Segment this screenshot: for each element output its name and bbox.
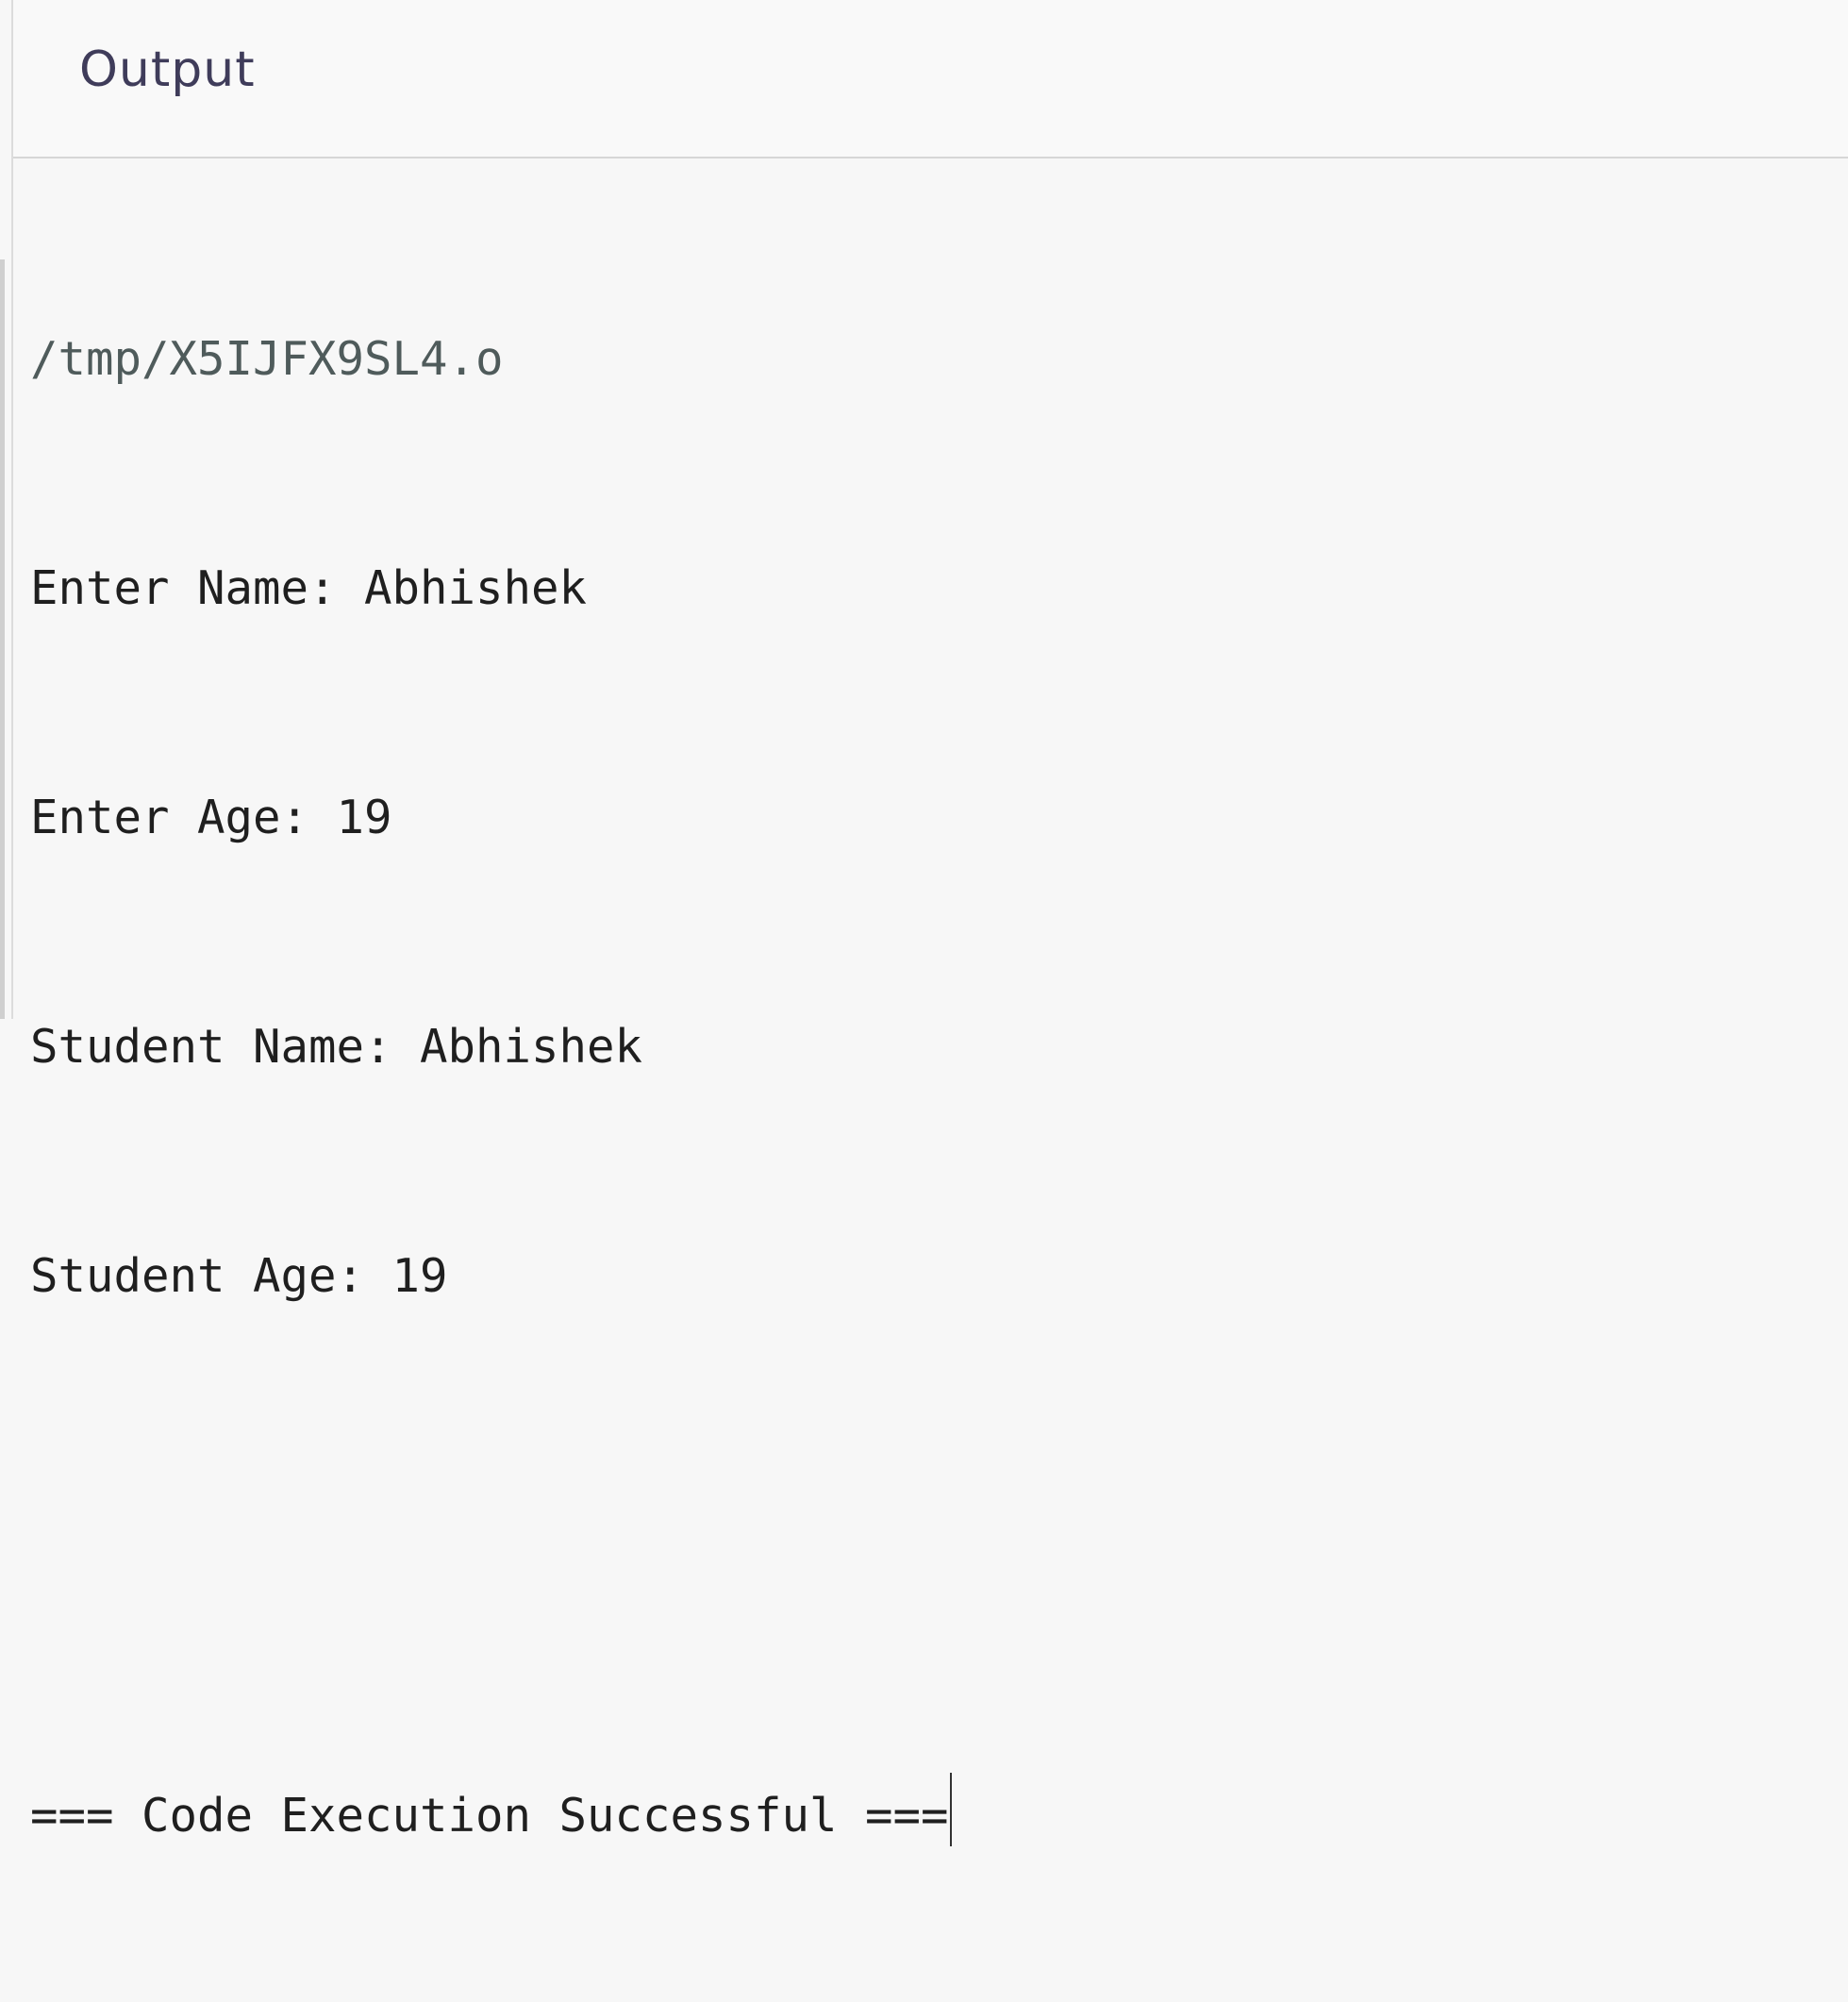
output-title: Output [79,42,256,98]
execution-status: === Code Execution Successful === [30,1789,949,1843]
executable-path: /tmp/X5IJFX9SL4.o [30,332,504,386]
console-line-enter-name: Enter Name: Abhishek [30,561,588,615]
console-line-student-age: Student Age: 19 [30,1249,448,1303]
console-blank-space [30,1467,1823,1620]
scrollbar[interactable] [0,259,5,1019]
console-output[interactable]: /tmp/X5IJFX9SL4.o Enter Name: Abhishek E… [30,168,1823,2002]
console-line-student-name: Student Name: Abhishek [30,1020,643,1074]
execution-status-line: === Code Execution Successful === [30,1773,1823,1849]
text-cursor [949,1773,952,1846]
output-panel: Output /tmp/X5IJFX9SL4.o Enter Name: Abh… [0,0,1848,1846]
console-line-enter-age: Enter Age: 19 [30,791,392,844]
output-header: Output [13,0,1848,158]
